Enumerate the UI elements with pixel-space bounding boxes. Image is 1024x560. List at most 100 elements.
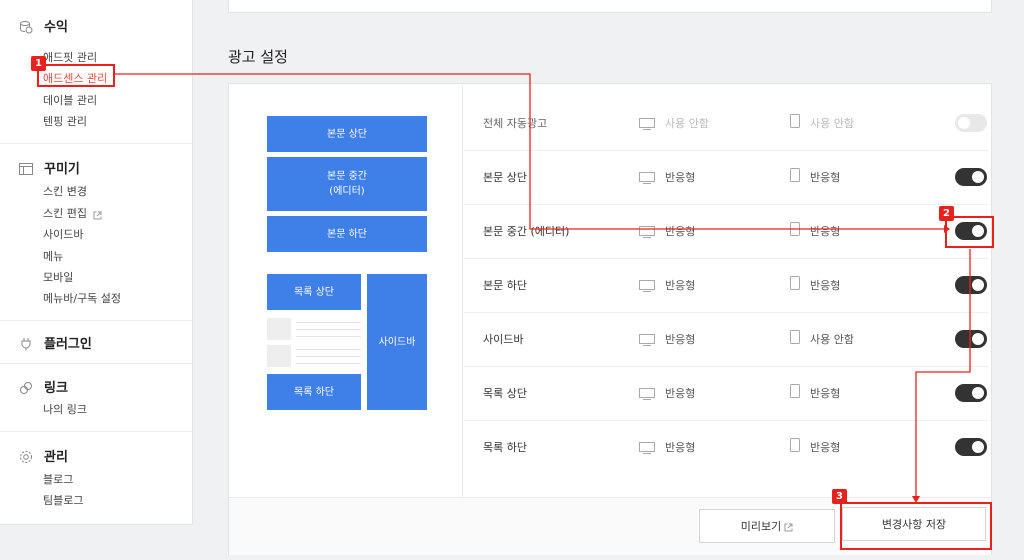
placeholder-thumbnail [267, 318, 291, 340]
ad-position-label: 목록 하단 [483, 441, 527, 454]
toggle-knob [972, 171, 984, 183]
ad-setting-row: 본문 하단 반응형 반응형 [464, 258, 989, 313]
sidebar-header-plugin[interactable]: 플러그인 [19, 333, 92, 352]
sidebar-item-dable[interactable]: 데이블 관리 [43, 92, 97, 108]
sidebar-title: 관리 [44, 450, 68, 465]
sidebar-item-mobile[interactable]: 모바일 [43, 269, 73, 285]
ad-position-label: 사이드바 [483, 333, 524, 346]
sidebar-item-skin-edit[interactable]: 스킨 편집 [43, 205, 102, 221]
ad-setting-row: 사이드바 반응형 사용 안함 [464, 312, 989, 367]
previous-card [228, 0, 992, 13]
mobile-ad-type[interactable]: 반응형 [810, 223, 840, 239]
sidebar-item-label: 스킨 편집 [43, 207, 87, 220]
ad-position-label: 본문 상단 [483, 171, 527, 184]
external-link-icon [93, 210, 102, 219]
preview-block-body-bottom: 본문 하단 [267, 216, 427, 252]
pc-ad-type[interactable]: 반응형 [665, 277, 695, 293]
toggle-knob [972, 279, 984, 291]
sidebar-header-link[interactable]: 링크 [19, 377, 68, 396]
sidebar-item-menubar[interactable]: 메뉴바/구독 설정 [43, 290, 121, 306]
plug-icon [19, 336, 33, 350]
preview-block-label: 본문 중간 [327, 171, 367, 182]
annotation-number-3: 3 [832, 489, 847, 504]
mobile-icon [790, 437, 800, 456]
placeholder-line [296, 363, 361, 364]
pc-ad-type[interactable]: 반응형 [665, 385, 695, 401]
ad-toggle-switch[interactable] [955, 438, 987, 456]
pc-ad-type[interactable]: 반응형 [665, 439, 695, 455]
sidebar-item-adfit[interactable]: 애드핏 관리 [43, 49, 97, 65]
mobile-icon [790, 329, 800, 348]
toggle-knob [972, 333, 984, 345]
sidebar-header-revenue[interactable]: 수익 [19, 16, 68, 35]
mobile-icon [790, 167, 800, 186]
sidebar-section-manage: 관리 블로그 팀블로그 [0, 431, 192, 524]
sidebar-item-team-blog[interactable]: 팀블로그 [43, 492, 83, 508]
toggle-knob [958, 117, 970, 129]
placeholder-thumbnail [267, 345, 291, 367]
ad-setting-row: 본문 중간 (에디터) 반응형 반응형 [464, 204, 989, 259]
sidebar-item-my-links[interactable]: 나의 링크 [43, 401, 87, 417]
ad-setting-row: 목록 상단 반응형 반응형 [464, 366, 989, 421]
divider [462, 84, 463, 497]
monitor-icon [639, 331, 655, 350]
pc-ad-type[interactable]: 반응형 [665, 331, 695, 347]
sidebar-item-blog[interactable]: 블로그 [43, 471, 73, 487]
sidebar-header-manage[interactable]: 관리 [19, 446, 68, 465]
mobile-ad-type[interactable]: 사용 안함 [810, 115, 854, 131]
pc-ad-type[interactable]: 반응형 [665, 223, 695, 239]
ad-settings-card: 본문 상단 본문 중간 (에디터) 본문 하단 목록 상단 목록 하단 사이드바… [228, 83, 992, 555]
link-icon [19, 380, 33, 394]
sidebar-item-skin-change[interactable]: 스킨 변경 [43, 183, 87, 199]
monitor-icon [639, 223, 655, 242]
mobile-ad-type[interactable]: 반응형 [810, 277, 840, 293]
mobile-icon [790, 383, 800, 402]
sidebar-section-link: 링크 나의 링크 [0, 363, 192, 432]
placeholder-line [296, 329, 361, 330]
sidebar-item-sidebar[interactable]: 사이드바 [43, 226, 83, 242]
sidebar-item-tenping[interactable]: 텐핑 관리 [43, 113, 87, 129]
mobile-icon [790, 221, 800, 240]
ad-position-label: 전체 자동광고 [483, 117, 548, 130]
placeholder-line [296, 349, 361, 350]
ad-toggle-switch[interactable] [955, 114, 987, 132]
preview-button-label: 미리보기 [740, 520, 782, 533]
annotation-number-1: 1 [31, 56, 46, 71]
toggle-knob [972, 441, 984, 453]
preview-button[interactable]: 미리보기 [699, 509, 835, 543]
pc-ad-type[interactable]: 사용 안함 [665, 115, 709, 131]
mobile-ad-type[interactable]: 반응형 [810, 385, 840, 401]
preview-block-list-bottom: 목록 하단 [267, 374, 361, 410]
mobile-icon [790, 113, 800, 132]
mobile-ad-type[interactable]: 사용 안함 [810, 331, 854, 347]
ad-setting-row: 본문 상단 반응형 반응형 [464, 150, 989, 205]
preview-block-body-middle: 본문 중간 (에디터) [267, 157, 427, 211]
toggle-knob [972, 387, 984, 399]
annotation-box-1 [37, 64, 115, 87]
mobile-icon [790, 275, 800, 294]
page-title: 광고 설정 [228, 48, 288, 66]
ad-toggle-switch[interactable] [955, 276, 987, 294]
sidebar-title: 링크 [44, 381, 68, 396]
monitor-icon [639, 277, 655, 296]
preview-block-body-top: 본문 상단 [267, 116, 427, 152]
ad-toggle-switch[interactable] [955, 384, 987, 402]
sidebar-title: 수익 [44, 20, 68, 35]
preview-block-label: (에디터) [329, 186, 365, 197]
sidebar-item-menu[interactable]: 메뉴 [43, 248, 63, 264]
ad-setting-row: 전체 자동광고 사용 안함 사용 안함 [464, 96, 989, 151]
annotation-number-2: 2 [939, 206, 954, 221]
annotation-box-3 [840, 502, 992, 550]
ad-setting-row: 목록 하단 반응형 반응형 [464, 420, 989, 474]
ad-toggle-switch[interactable] [955, 330, 987, 348]
ad-toggle-switch[interactable] [955, 168, 987, 186]
mobile-ad-type[interactable]: 반응형 [810, 169, 840, 185]
placeholder-line [296, 356, 361, 357]
layout-icon [19, 161, 33, 175]
pc-ad-type[interactable]: 반응형 [665, 169, 695, 185]
sidebar-section-plugin: 플러그인 [0, 320, 192, 364]
mobile-ad-type[interactable]: 반응형 [810, 439, 840, 455]
sidebar-header-decorate[interactable]: 꾸미기 [19, 158, 80, 177]
monitor-icon [639, 115, 655, 134]
monitor-icon [639, 385, 655, 404]
